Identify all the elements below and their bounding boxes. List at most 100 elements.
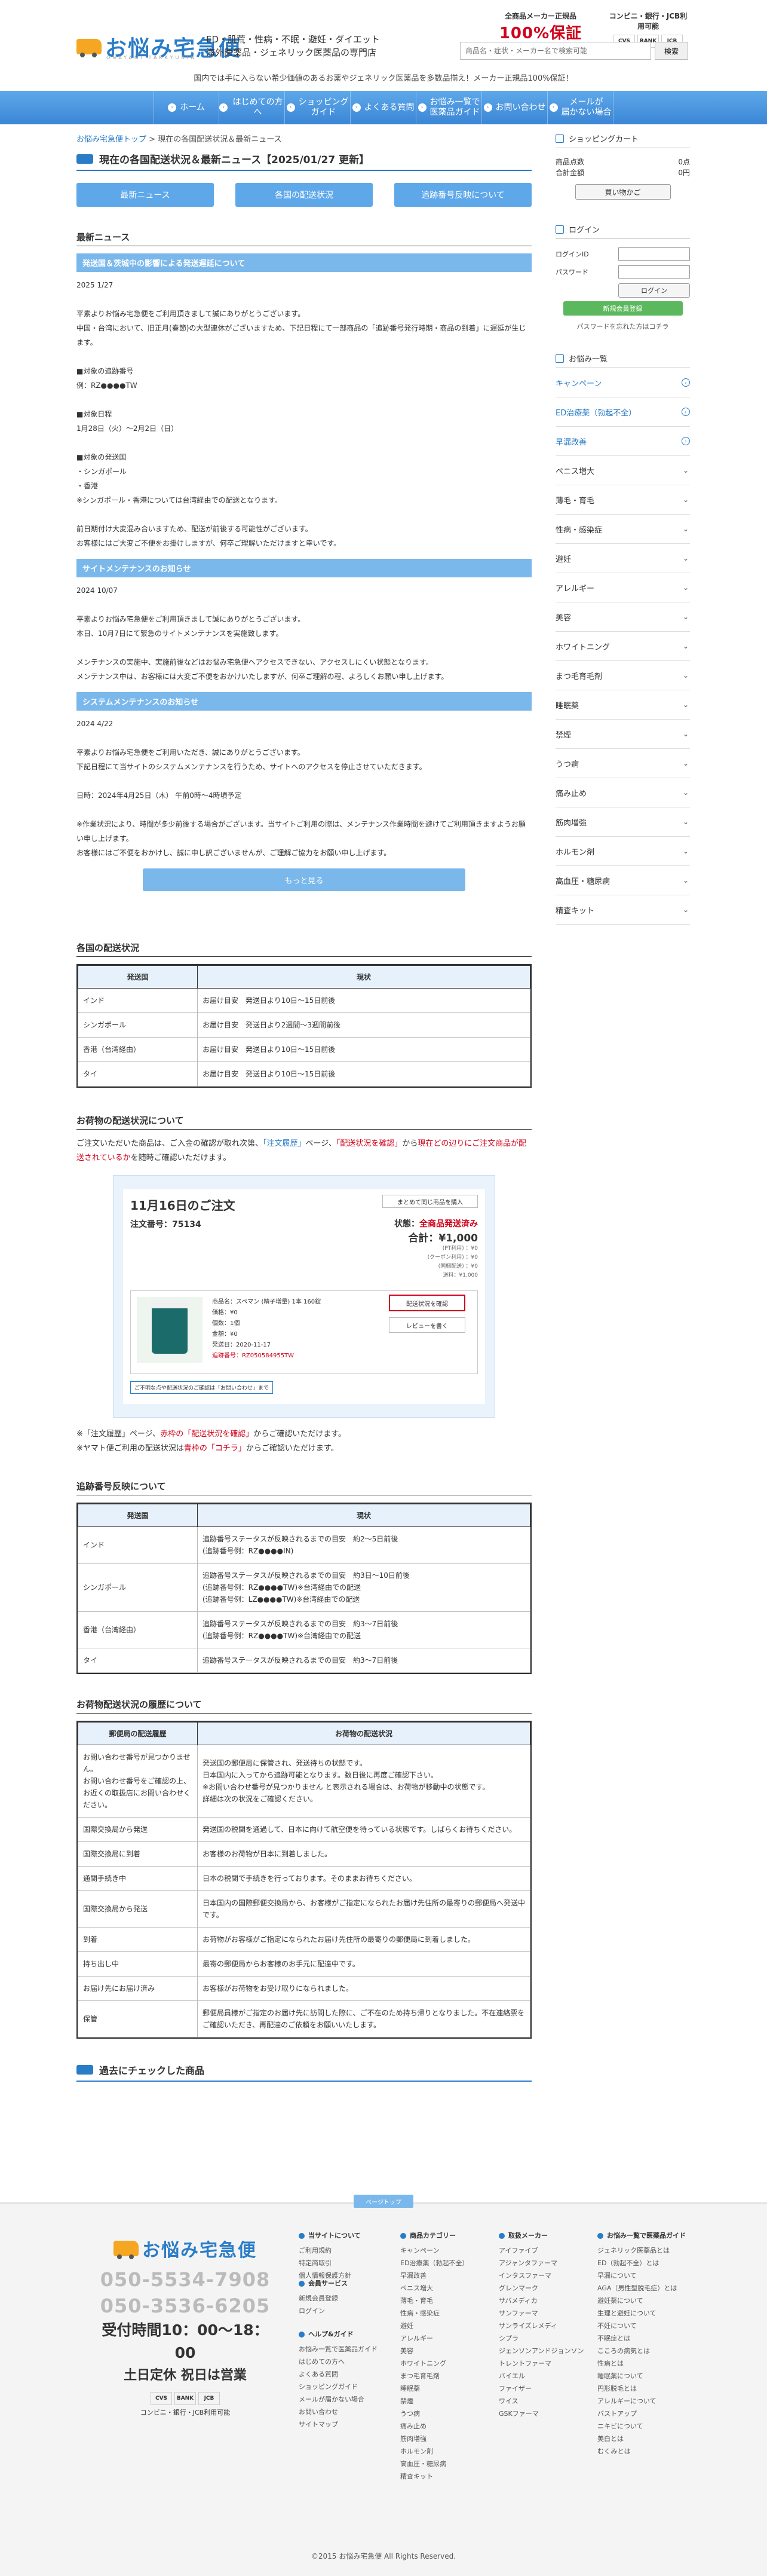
- nav-beginners[interactable]: › はじめての方へ: [219, 91, 285, 124]
- footer-link[interactable]: お悩み一覧で医薬品ガイド: [299, 2343, 378, 2355]
- footer-link[interactable]: 高血圧・糖尿病: [400, 2458, 468, 2470]
- nav-mail-help[interactable]: › メールが 届かない場合: [548, 91, 613, 124]
- footer-link[interactable]: AGA（男性型脱毛症）とは: [597, 2282, 686, 2294]
- nav-home[interactable]: › ホーム: [154, 91, 219, 124]
- footer-link[interactable]: ご利用規約: [299, 2244, 361, 2257]
- nav-faq[interactable]: › よくある質問: [351, 91, 416, 124]
- category-item[interactable]: 薄毛・育毛 ⌄: [556, 485, 690, 515]
- footer-link[interactable]: はじめての方へ: [299, 2355, 378, 2368]
- category-item[interactable]: 睡眠薬 ⌄: [556, 690, 690, 720]
- breadcrumb-home[interactable]: お悩み宅急便トップ: [76, 135, 146, 144]
- category-item[interactable]: 美容 ⌄: [556, 602, 690, 632]
- login-id-input[interactable]: [618, 247, 690, 261]
- footer-link[interactable]: ファイザー: [499, 2382, 584, 2395]
- category-item[interactable]: 早漏改善 ›: [556, 427, 690, 456]
- category-item[interactable]: 痛み止め ⌄: [556, 778, 690, 807]
- footer-link[interactable]: シプラ: [499, 2332, 584, 2345]
- footer-link[interactable]: インタスファーマ: [499, 2269, 584, 2282]
- category-item[interactable]: 精査キット ⌄: [556, 895, 690, 925]
- footer-link[interactable]: 精査キット: [400, 2470, 468, 2483]
- footer-link[interactable]: 早漏について: [597, 2269, 686, 2282]
- footer-link[interactable]: ED（勃起不全）とは: [597, 2257, 686, 2269]
- nav-medicine-guide[interactable]: › お悩み一覧で 医薬品ガイド: [416, 91, 482, 124]
- footer-link[interactable]: 不妊について: [597, 2320, 686, 2332]
- footer-link[interactable]: ホルモン剤: [400, 2445, 468, 2458]
- category-item[interactable]: ホワイトニング ⌄: [556, 632, 690, 661]
- footer-link[interactable]: バイエル: [499, 2370, 584, 2382]
- footer-link[interactable]: こころの病気とは: [597, 2345, 686, 2357]
- footer-link[interactable]: トレントファーマ: [499, 2357, 584, 2370]
- register-button[interactable]: 新規会員登録: [563, 301, 683, 316]
- footer-link[interactable]: ワイス: [499, 2395, 584, 2407]
- footer-link[interactable]: サンファーマ: [499, 2307, 584, 2320]
- footer-link[interactable]: 薄毛・育毛: [400, 2294, 468, 2307]
- tab-tracking[interactable]: 追跡番号反映について: [394, 183, 532, 207]
- category-item[interactable]: うつ病 ⌄: [556, 749, 690, 778]
- footer-link[interactable]: ニキビについて: [597, 2420, 686, 2433]
- footer-link[interactable]: 生理と避妊について: [597, 2307, 686, 2320]
- footer-link[interactable]: バストアップ: [597, 2407, 686, 2420]
- footer-link[interactable]: グレンマーク: [499, 2282, 584, 2294]
- footer-link[interactable]: 睡眠薬について: [597, 2370, 686, 2382]
- footer-link[interactable]: 睡眠薬: [400, 2382, 468, 2395]
- password-input[interactable]: [618, 265, 690, 279]
- footer-link[interactable]: 新規会員登録: [299, 2292, 348, 2305]
- footer-link[interactable]: アレルギー: [400, 2332, 468, 2345]
- nav-shopping-guide[interactable]: › ショッピング ガイド: [285, 91, 351, 124]
- footer-link[interactable]: 筋肉増強: [400, 2433, 468, 2445]
- footer-link[interactable]: 美容: [400, 2345, 468, 2357]
- footer-link[interactable]: ログイン: [299, 2305, 348, 2317]
- footer-link[interactable]: まつ毛育毛剤: [400, 2370, 468, 2382]
- footer-link[interactable]: よくある質問: [299, 2368, 378, 2381]
- more-news-button[interactable]: もっと見る: [143, 868, 465, 891]
- category-item[interactable]: ホルモン剤 ⌄: [556, 837, 690, 866]
- category-item[interactable]: 性病・感染症 ⌄: [556, 515, 690, 544]
- footer-link[interactable]: ジェンソンアンドジョンソン: [499, 2345, 584, 2357]
- login-button[interactable]: ログイン: [618, 283, 690, 298]
- category-item[interactable]: まつ毛育毛剤 ⌄: [556, 661, 690, 690]
- footer-link[interactable]: 特定商取引: [299, 2257, 361, 2269]
- search-button[interactable]: 検索: [655, 42, 688, 60]
- footer-link[interactable]: ショッピングガイド: [299, 2381, 378, 2393]
- category-item[interactable]: ED治療薬（勃起不全） ›: [556, 397, 690, 427]
- footer-link[interactable]: 痛み止め: [400, 2420, 468, 2433]
- footer-link[interactable]: お問い合わせ: [299, 2406, 378, 2418]
- order-history-link[interactable]: 「注文履歴」: [263, 1139, 306, 1148]
- footer-link[interactable]: アイファイブ: [499, 2244, 584, 2257]
- footer-link[interactable]: サイトマップ: [299, 2418, 378, 2431]
- footer-link[interactable]: ジェネリック医薬品とは: [597, 2244, 686, 2257]
- footer-link[interactable]: 避妊: [400, 2320, 468, 2332]
- footer-link[interactable]: 禁煙: [400, 2395, 468, 2407]
- footer-link[interactable]: 不眠症とは: [597, 2332, 686, 2345]
- page-top-button[interactable]: ページトップ: [354, 2195, 413, 2208]
- category-item[interactable]: 高血圧・糖尿病 ⌄: [556, 866, 690, 895]
- nav-contact[interactable]: › お問い合わせ: [482, 91, 548, 124]
- search-input[interactable]: [460, 42, 651, 60]
- footer-link[interactable]: メールが届かない場合: [299, 2393, 378, 2406]
- footer-link[interactable]: サンライズレメディ: [499, 2320, 584, 2332]
- tab-latest-news[interactable]: 最新ニュース: [76, 183, 214, 207]
- footer-link[interactable]: ホワイトニング: [400, 2357, 468, 2370]
- footer-link[interactable]: GSKファーマ: [499, 2407, 584, 2420]
- tab-delivery-status[interactable]: 各国の配送状況: [235, 183, 373, 207]
- cart-button[interactable]: 買い物かご: [575, 184, 671, 200]
- footer-link[interactable]: むくみとは: [597, 2445, 686, 2458]
- footer-link[interactable]: ED治療薬（勃起不全）: [400, 2257, 468, 2269]
- footer-link[interactable]: 避妊薬について: [597, 2294, 686, 2307]
- footer-link[interactable]: アレルギーについて: [597, 2395, 686, 2407]
- category-item[interactable]: アレルギー ⌄: [556, 573, 690, 602]
- category-item[interactable]: キャンペーン ›: [556, 368, 690, 397]
- footer-link[interactable]: 性病とは: [597, 2357, 686, 2370]
- footer-link[interactable]: 円形脱毛とは: [597, 2382, 686, 2395]
- footer-link[interactable]: 性病・感染症: [400, 2307, 468, 2320]
- category-item[interactable]: 禁煙 ⌄: [556, 720, 690, 749]
- footer-link[interactable]: 早漏改善: [400, 2269, 468, 2282]
- footer-link[interactable]: 美白とは: [597, 2433, 686, 2445]
- category-item[interactable]: ペニス増大 ⌄: [556, 456, 690, 485]
- footer-link[interactable]: アジャンタファーマ: [499, 2257, 584, 2269]
- footer-link[interactable]: ペニス増大: [400, 2282, 468, 2294]
- footer-link[interactable]: キャンペーン: [400, 2244, 468, 2257]
- footer-link[interactable]: サバメディカ: [499, 2294, 584, 2307]
- category-item[interactable]: 筋肉増強 ⌄: [556, 807, 690, 837]
- footer-link[interactable]: うつ病: [400, 2407, 468, 2420]
